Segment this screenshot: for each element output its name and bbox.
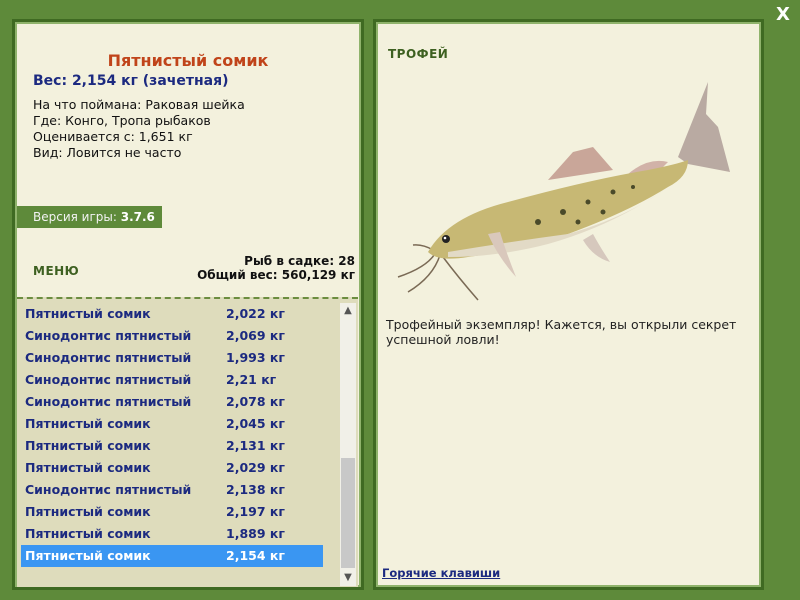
- catch-fish-weight: 2,078 кг: [226, 394, 285, 409]
- catch-fish-name: Пятнистый сомик: [25, 416, 151, 431]
- detail-threshold: Оценивается с: 1,651 кг: [33, 129, 193, 144]
- catch-list-scrollbar[interactable]: ▲ ▼: [340, 303, 356, 586]
- trophy-message: Трофейный экземпляр! Кажется, вы открыли…: [386, 317, 737, 347]
- version-label: Версия игры:: [33, 210, 117, 224]
- catch-list-rows: Пятнистый сомик 2,022 кг Синодонтис пятнис…: [21, 303, 323, 567]
- scroll-thumb[interactable]: [341, 458, 355, 568]
- total-weight: Общий вес: 560,129 кг: [197, 268, 355, 282]
- catch-fish-name: Пятнистый сомик: [25, 438, 151, 453]
- detail-rarity: Вид: Ловится не часто: [33, 145, 182, 160]
- keepnet-stats: Рыб в садке: 28 Общий вес: 560,129 кг: [197, 254, 355, 282]
- fish-info-panel: Пятнистый сомик Вес: 2,154 кг (зачетная)…: [12, 19, 364, 590]
- catch-fish-name: Пятнистый сомик: [25, 460, 151, 475]
- catch-fish-weight: 2,029 кг: [226, 460, 285, 475]
- trophy-panel: ТРОФЕЙ Трофейный экземпляр! Кажется, вы …: [373, 19, 764, 590]
- catch-fish-weight: 2,022 кг: [226, 306, 285, 321]
- close-icon[interactable]: X: [772, 4, 794, 26]
- catch-fish-weight: 2,197 кг: [226, 504, 285, 519]
- hotkeys-link[interactable]: Горячие клавиши: [382, 566, 500, 580]
- fish-count: Рыб в садке: 28: [244, 254, 355, 268]
- catch-fish-name: Пятнистый сомик: [25, 504, 151, 519]
- catch-list-item[interactable]: Пятнистый сомик 2,022 кг: [21, 303, 323, 325]
- catch-fish-name: Синодонтис пятнистый: [25, 350, 192, 365]
- catch-list-item[interactable]: Пятнистый сомик 2,131 кг: [21, 435, 323, 457]
- catch-list-item[interactable]: Пятнистый сомик 2,045 кг: [21, 413, 323, 435]
- catch-fish-name: Синодонтис пятнистый: [25, 482, 192, 497]
- catch-list-item[interactable]: Синодонтис пятнистый 2,069 кг: [21, 325, 323, 347]
- catch-list-item[interactable]: Синодонтис пятнистый 1,993 кг: [21, 347, 323, 369]
- catch-fish-weight: 1,993 кг: [226, 350, 285, 365]
- catch-fish-weight: 2,131 кг: [226, 438, 285, 453]
- catch-fish-weight: 2,045 кг: [226, 416, 285, 431]
- catch-list-item[interactable]: Синодонтис пятнистый 2,078 кг: [21, 391, 323, 413]
- catch-fish-weight: 2,21 кг: [226, 372, 277, 387]
- detail-location: Где: Конго, Тропа рыбаков: [33, 113, 211, 128]
- version-bar: Версия игры: 3.7.6: [17, 206, 162, 228]
- catch-fish-weight: 2,154 кг: [226, 548, 285, 563]
- fish-details: На что поймана: Раковая шейка Где: Конго…: [33, 97, 245, 161]
- catch-fish-name: Синодонтис пятнистый: [25, 394, 192, 409]
- catfish-image: [397, 82, 730, 301]
- catch-list: Пятнистый сомик 2,022 кг Синодонтис пятнис…: [17, 297, 358, 587]
- catch-fish-name: Пятнистый сомик: [25, 548, 151, 563]
- catch-fish-weight: 2,069 кг: [226, 328, 285, 343]
- scroll-down-icon[interactable]: ▼: [340, 570, 356, 586]
- fish-weight: Вес: 2,154 кг (зачетная): [33, 73, 229, 89]
- version-value: 3.7.6: [120, 210, 155, 224]
- catch-fish-weight: 2,138 кг: [226, 482, 285, 497]
- detail-bait: На что поймана: Раковая шейка: [33, 97, 245, 112]
- scroll-up-icon[interactable]: ▲: [340, 303, 356, 319]
- catch-list-item[interactable]: Пятнистый сомик 2,197 кг: [21, 501, 323, 523]
- catch-fish-name: Пятнистый сомик: [25, 526, 151, 541]
- catch-list-item[interactable]: Синодонтис пятнистый 2,21 кг: [21, 369, 323, 391]
- catch-list-item[interactable]: Пятнистый сомик 2,154 кг: [21, 545, 323, 567]
- menu-button[interactable]: МЕНЮ: [33, 264, 79, 278]
- catch-fish-weight: 1,889 кг: [226, 526, 285, 541]
- catch-fish-name: Синодонтис пятнистый: [25, 372, 192, 387]
- catch-fish-name: Пятнистый сомик: [25, 306, 151, 321]
- catch-list-item[interactable]: Синодонтис пятнистый 2,138 кг: [21, 479, 323, 501]
- catch-list-item[interactable]: Пятнистый сомик 2,029 кг: [21, 457, 323, 479]
- catch-fish-name: Синодонтис пятнистый: [25, 328, 192, 343]
- catch-list-item[interactable]: Пятнистый сомик 1,889 кг: [21, 523, 323, 545]
- fish-title: Пятнистый сомик: [107, 51, 269, 70]
